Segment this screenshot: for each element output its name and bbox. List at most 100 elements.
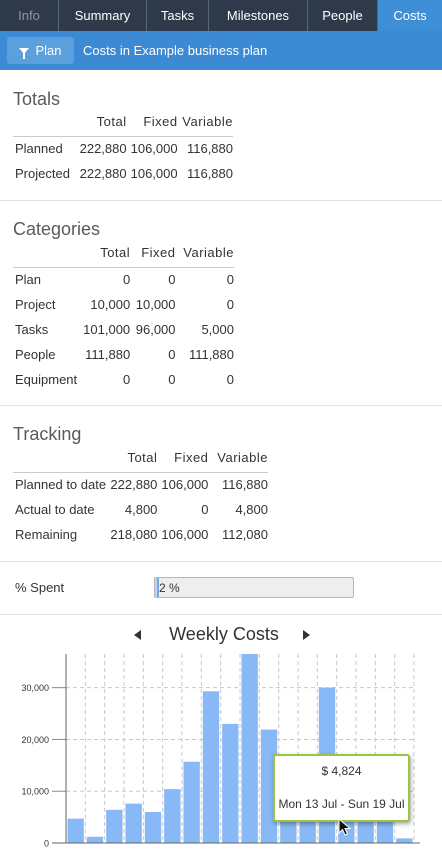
cell-fixed: 106,000 (161, 527, 209, 542)
table-row: Projected 222,880 106,000 116,880 (13, 161, 233, 186)
table-row: Tasks 101,000 96,000 5,000 (13, 317, 234, 342)
chart-bar (241, 654, 258, 843)
row-label: Planned (15, 141, 63, 157)
cell-total: 101,000 (83, 322, 131, 337)
chart-bar (202, 691, 220, 843)
cell-fixed: 96,000 (135, 322, 176, 337)
chart-bar (164, 789, 181, 843)
table-header: Variable (208, 444, 268, 473)
row-label: Equipment (15, 372, 78, 387)
totals-table: Total Fixed Variable Planned 222,880 106… (13, 108, 233, 186)
tab-info[interactable]: Info (0, 0, 59, 31)
row-label: Projected (15, 166, 70, 181)
progress-value: 2 % (159, 581, 180, 595)
table-header (13, 108, 76, 137)
cell-variable: 116,880 (221, 477, 268, 493)
tracking-title: Tracking (13, 424, 82, 444)
row-label: Project (15, 297, 56, 312)
chart-bar (86, 836, 104, 843)
cell-fixed: 106,000 (130, 166, 178, 181)
tab-costs[interactable]: Costs (378, 0, 442, 31)
table-header: Fixed (126, 108, 178, 137)
chart-bar (67, 818, 84, 843)
cell-total: 222,880 (79, 141, 127, 157)
chevron-left-icon[interactable] (134, 630, 141, 640)
cell-fixed: 106,000 (161, 477, 209, 493)
page-title: Costs in Example business plan (83, 43, 268, 58)
cell-variable: 0 (226, 372, 234, 387)
table-row: Plan 0 0 0 (13, 267, 234, 292)
cell-total: 4,800 (124, 502, 158, 517)
row-label: Planned to date (15, 477, 107, 493)
table-row: Remaining 218,080 106,000 112,080 (13, 522, 268, 547)
cell-variable: 111,880 (188, 347, 234, 362)
y-tick-label: 20,000 (21, 735, 49, 745)
table-header: Total (106, 444, 158, 473)
cell-fixed: 0 (168, 372, 176, 387)
tab-tasks[interactable]: Tasks (147, 0, 209, 31)
row-label: Remaining (15, 527, 78, 542)
cell-variable: 116,880 (186, 166, 233, 181)
categories-section: Categories Total Fixed Variable Plan 0 0… (0, 201, 442, 406)
chart-bar (106, 809, 123, 843)
table-row: Equipment 0 0 0 (13, 367, 234, 392)
cell-fixed: 0 (201, 502, 209, 517)
cell-fixed: 0 (168, 272, 176, 288)
chart-bar (144, 811, 162, 843)
cell-fixed: 106,000 (130, 141, 178, 157)
cell-total: 218,080 (110, 527, 158, 542)
tooltip-date-range: Mon 13 Jul - Sun 19 Jul (278, 797, 405, 811)
cell-total: 0 (122, 272, 131, 288)
cell-fixed: 10,000 (135, 297, 176, 312)
row-label: People (15, 347, 56, 362)
plan-filter-button[interactable]: Plan (7, 37, 74, 64)
cell-total: 222,880 (110, 477, 158, 493)
totals-title: Totals (13, 89, 61, 109)
cell-total: 111,880 (85, 347, 131, 362)
table-row: Project 10,000 10,000 0 (13, 292, 234, 317)
cell-variable: 0 (226, 297, 234, 312)
row-label: Plan (15, 272, 42, 288)
cell-variable: 112,080 (221, 527, 268, 542)
cell-total: 0 (122, 372, 131, 387)
cell-variable: 116,880 (186, 141, 233, 157)
table-row: Planned 222,880 106,000 116,880 (13, 136, 233, 161)
cell-variable: 5,000 (201, 322, 234, 337)
chevron-right-icon[interactable] (303, 630, 310, 640)
y-tick-label: 10,000 (21, 787, 49, 797)
toolbar: Plan Costs in Example business plan (0, 31, 442, 70)
chart-bar (396, 838, 413, 843)
table-header (13, 239, 80, 268)
cell-total: 10,000 (90, 297, 131, 312)
table-row: People 111,880 0 111,880 (13, 342, 234, 367)
categories-table: Total Fixed Variable Plan 0 0 0 Project … (13, 239, 234, 392)
cell-total: 222,880 (79, 166, 127, 181)
pointer-cursor-icon (338, 818, 352, 836)
table-header: Fixed (130, 239, 176, 268)
chart-tooltip: $ 4,824 Mon 13 Jul - Sun 19 Jul (273, 754, 410, 822)
spent-progress-bar: 2 % (154, 577, 354, 598)
totals-section: Totals Total Fixed Variable Planned 222,… (0, 70, 442, 201)
tab-summary[interactable]: Summary (59, 0, 147, 31)
chart-header: Weekly Costs (0, 622, 442, 650)
tab-people[interactable]: People (308, 0, 378, 31)
cell-variable: 4,800 (235, 502, 268, 517)
plan-button-label: Plan (35, 43, 62, 58)
y-tick-label: 0 (44, 839, 49, 849)
table-header: Variable (177, 108, 233, 137)
cell-fixed: 0 (168, 347, 176, 362)
chart-bar (125, 803, 142, 843)
table-header: Total (75, 108, 127, 137)
table-row: Actual to date 4,800 0 4,800 (13, 497, 268, 522)
y-tick-label: 30,000 (21, 683, 49, 693)
table-header: Fixed (157, 444, 209, 473)
cell-variable: 0 (226, 272, 234, 288)
tracking-table: Total Fixed Variable Planned to date 222… (13, 444, 268, 547)
row-label: Actual to date (15, 502, 95, 517)
tracking-section: Tracking Total Fixed Variable Planned to… (0, 406, 442, 562)
tab-bar: Info Summary Tasks Milestones People Cos… (0, 0, 442, 31)
chart-bar (183, 761, 200, 843)
row-label: Tasks (15, 322, 49, 337)
table-header (13, 444, 107, 473)
tab-milestones[interactable]: Milestones (209, 0, 308, 31)
